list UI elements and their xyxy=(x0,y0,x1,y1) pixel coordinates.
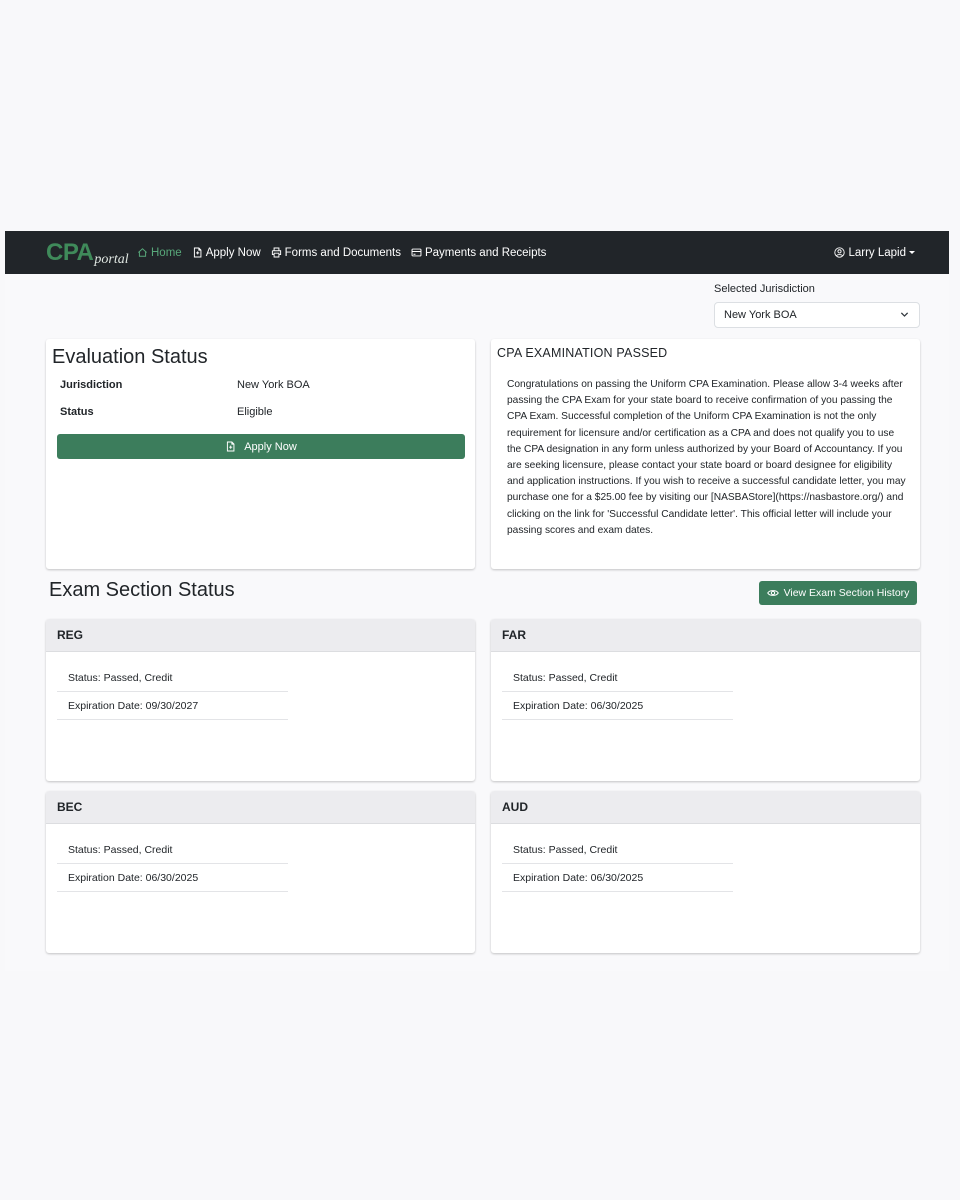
credit-card-icon xyxy=(411,248,422,257)
nav-item-payments-and-receipts[interactable]: Payments and Receipts xyxy=(411,247,546,259)
nav-menu: Home Apply Now Forms and Documents Payme… xyxy=(137,231,556,274)
jurisdiction-label: Selected Jurisdiction xyxy=(714,283,815,295)
view-exam-section-history-label: View Exam Section History xyxy=(783,587,910,599)
file-icon xyxy=(193,247,202,258)
nav-item-home-label: Home xyxy=(151,246,182,259)
chevron-down-icon xyxy=(900,312,909,317)
exam-section-expiration: Expiration Date: 06/30/2025 xyxy=(502,864,733,892)
app-window: CPA portal Home Apply Now Forms and Docu… xyxy=(5,231,949,971)
jurisdiction-selected-value: New York BOA xyxy=(724,309,797,321)
exam-section-expiration: Expiration Date: 09/30/2027 xyxy=(57,692,288,720)
exam-section-name: BEC xyxy=(46,791,475,824)
exam-section-card-aud: AUD Status: Passed, Credit Expiration Da… xyxy=(491,791,920,953)
exam-section-status-heading: Exam Section Status xyxy=(49,579,235,601)
exam-section-card-bec: BEC Status: Passed, Credit Expiration Da… xyxy=(46,791,475,953)
brand-logo[interactable]: CPA portal xyxy=(46,239,129,267)
brand-cpa-text: CPA xyxy=(46,239,94,266)
exam-section-expiration: Expiration Date: 06/30/2025 xyxy=(502,692,733,720)
jurisdiction-key: Jurisdiction xyxy=(60,379,123,391)
evaluation-status-card: Evaluation Status Jurisdiction New York … xyxy=(46,339,475,569)
exam-section-card-reg: REG Status: Passed, Credit Expiration Da… xyxy=(46,619,475,781)
printer-icon xyxy=(271,247,281,258)
evaluation-status-title: Evaluation Status xyxy=(52,346,208,368)
user-menu[interactable]: Larry Lapid xyxy=(834,231,915,274)
jurisdiction-value: New York BOA xyxy=(237,379,310,391)
exam-section-name: AUD xyxy=(491,791,920,824)
status-key: Status xyxy=(60,406,94,418)
nav-item-apply-now-label: Apply Now xyxy=(205,246,261,259)
apply-now-button-label: Apply Now xyxy=(244,440,297,453)
status-value: Eligible xyxy=(237,406,273,418)
exam-section-status: Status: Passed, Credit xyxy=(502,836,733,864)
nav-item-payments-label: Payments and Receipts xyxy=(424,246,547,259)
nav-item-forms-label: Forms and Documents xyxy=(284,246,401,259)
exam-section-status: Status: Passed, Credit xyxy=(57,836,288,864)
eye-icon xyxy=(766,590,779,596)
nav-item-home[interactable]: Home xyxy=(137,247,182,259)
brand-portal-text: portal xyxy=(94,252,129,267)
exam-passed-message: Congratulations on passing the Uniform C… xyxy=(507,379,906,536)
exam-section-expiration: Expiration Date: 06/30/2025 xyxy=(57,864,288,892)
top-navbar: CPA portal Home Apply Now Forms and Docu… xyxy=(5,231,949,274)
apply-now-button[interactable]: Apply Now xyxy=(57,434,465,459)
jurisdiction-select[interactable]: New York BOA xyxy=(714,302,920,328)
exam-passed-card: CPA EXAMINATION PASSED Congratulations o… xyxy=(491,339,920,569)
nav-item-apply-now[interactable]: Apply Now xyxy=(192,247,261,259)
exam-section-status: Status: Passed, Credit xyxy=(502,664,733,692)
user-name: Larry Lapid xyxy=(848,246,906,259)
home-icon xyxy=(138,248,147,257)
view-exam-section-history-button[interactable]: View Exam Section History xyxy=(759,581,917,605)
file-plus-icon xyxy=(227,441,235,452)
user-circle-icon xyxy=(834,247,846,258)
nav-item-forms-and-documents[interactable]: Forms and Documents xyxy=(271,247,401,259)
exam-section-status: Status: Passed, Credit xyxy=(57,664,288,692)
exam-section-name: FAR xyxy=(491,619,920,652)
exam-section-card-far: FAR Status: Passed, Credit Expiration Da… xyxy=(491,619,920,781)
exam-section-name: REG xyxy=(46,619,475,652)
caret-down-icon xyxy=(909,251,915,254)
exam-passed-title: CPA EXAMINATION PASSED xyxy=(497,346,668,360)
